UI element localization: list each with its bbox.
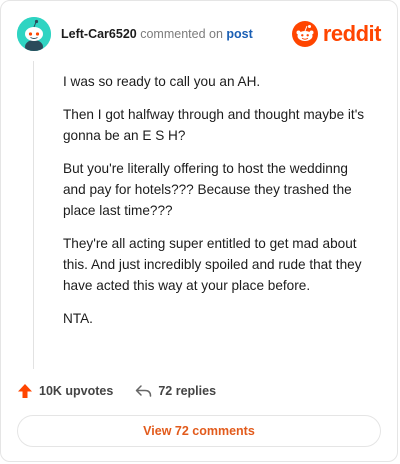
- reply-arrow-icon: [136, 385, 152, 397]
- comment-header: Left-Car6520 commented on post reddit: [17, 17, 382, 51]
- reddit-logo-icon: [291, 21, 318, 47]
- username[interactable]: Left-Car6520: [61, 27, 137, 41]
- action-text: commented on: [140, 27, 223, 41]
- comment-actions: 10K upvotes 72 replies: [17, 381, 216, 401]
- brand-wordmark: reddit: [322, 21, 382, 46]
- reddit-brand[interactable]: reddit: [291, 19, 382, 49]
- comment-paragraph: They're all acting super entitled to get…: [63, 236, 362, 293]
- comment-card: Left-Car6520 commented on post reddit I …: [0, 0, 398, 462]
- comment-paragraph: NTA.: [63, 311, 93, 326]
- post-link[interactable]: post: [226, 27, 252, 41]
- comment-meta: Left-Car6520 commented on post: [61, 27, 253, 41]
- upvote-arrow-icon: [18, 384, 32, 398]
- view-comments-button[interactable]: View 72 comments: [17, 415, 381, 447]
- upvote-count: 10K upvotes: [39, 384, 114, 398]
- thread-line[interactable]: [33, 61, 34, 369]
- reply-count: 72 replies: [158, 384, 217, 398]
- comment-paragraph: But you're literally offering to host th…: [63, 161, 352, 218]
- replies-button[interactable]: 72 replies: [113, 384, 216, 398]
- comment-paragraph: Then I got halfway through and thought m…: [63, 107, 365, 143]
- snoo-avatar-graphic: [17, 17, 51, 51]
- comment-paragraph: I was so ready to call you an AH.: [63, 74, 261, 89]
- comment-body: I was so ready to call you an AH. Then I…: [63, 71, 373, 341]
- snoo-avatar-icon[interactable]: [17, 17, 51, 51]
- upvote-button[interactable]: 10K upvotes: [17, 383, 113, 399]
